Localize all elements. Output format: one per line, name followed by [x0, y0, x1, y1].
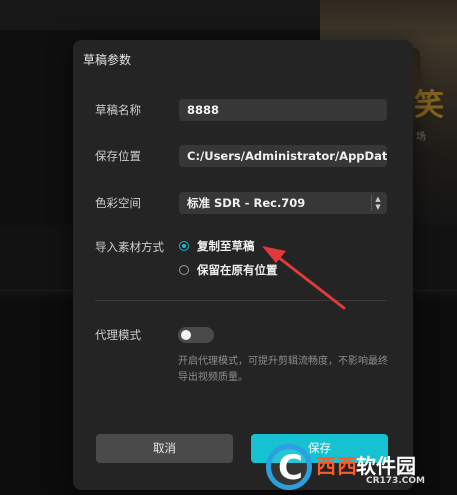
site-watermark: C 西西 软件园 CR173.COM: [262, 442, 457, 495]
color-space-value: 标准 SDR - Rec.709: [187, 196, 306, 210]
watermark-c-glyph: C: [278, 448, 303, 488]
draft-settings-dialog: 草稿参数 草稿名称 8888 保存位置 C:/Users/Administrat…: [73, 40, 413, 490]
radio-unselected-icon[interactable]: [179, 265, 189, 275]
cancel-button[interactable]: 取消: [96, 434, 233, 463]
radio-keep-original[interactable]: 保留在原有位置: [179, 262, 278, 278]
section-divider: [95, 300, 387, 301]
watermark-brand-b: 软件园: [356, 454, 416, 478]
watermark-brand-a: 西西: [316, 454, 358, 478]
screen: 笑 场 草稿参数 草稿名称 8888 保存位置 C:/Users/Adminis…: [0, 0, 457, 495]
draft-name-input[interactable]: 8888: [179, 99, 387, 121]
proxy-mode-label: 代理模式: [95, 328, 141, 342]
chevron-up-icon: ▲: [375, 195, 381, 203]
watermark-url: CR173.COM: [366, 476, 425, 486]
proxy-mode-toggle[interactable]: [178, 327, 214, 343]
import-method-label: 导入素材方式: [95, 240, 164, 254]
radio-selected-icon[interactable]: [179, 241, 189, 251]
radio-copy-to-draft[interactable]: 复制至草稿: [179, 238, 255, 254]
chevron-down-icon: ▼: [375, 203, 381, 211]
draft-name-label: 草稿名称: [95, 103, 141, 117]
radio-copy-label: 复制至草稿: [197, 239, 255, 253]
radio-keep-label: 保留在原有位置: [197, 263, 278, 277]
color-space-label: 色彩空间: [95, 196, 141, 210]
toggle-knob: [181, 330, 191, 340]
proxy-mode-hint: 开启代理模式，可提升剪辑流畅度，不影响最终导出视频质量。: [178, 356, 388, 383]
color-space-select[interactable]: 标准 SDR - Rec.709 ▲ ▼: [179, 192, 387, 214]
select-stepper-icon[interactable]: ▲ ▼: [371, 195, 384, 211]
dialog-title: 草稿参数: [83, 53, 132, 67]
video-small-text: 场: [416, 132, 426, 143]
save-location-label: 保存位置: [95, 149, 141, 163]
video-overlay-text: 笑: [414, 88, 444, 123]
save-location-input[interactable]: C:/Users/Administrator/AppData...: [179, 145, 387, 167]
